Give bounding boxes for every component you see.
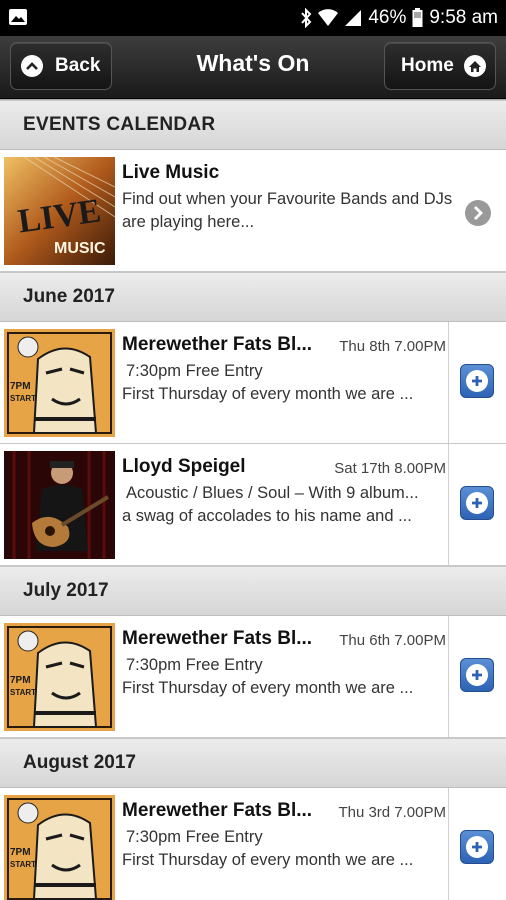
home-label: Home [401, 55, 454, 76]
event-subtitle: 7:30pm Free Entry [126, 828, 263, 846]
svg-text:START: START [10, 688, 36, 697]
event-thumbnail [4, 451, 115, 559]
add-to-calendar-button[interactable] [460, 486, 494, 520]
event-date: Thu 6th 7.00PM [339, 632, 446, 649]
event-item[interactable]: 7PM START Merewether Fats Bl... Thu 8th … [0, 322, 506, 444]
event-thumbnail: 7PM START [4, 623, 115, 731]
month-header: July 2017 [0, 566, 506, 616]
add-cell [448, 444, 506, 565]
event-thumbnail: 7PM START [4, 329, 115, 437]
event-description: a swag of accolades to his name and ... [122, 507, 412, 525]
image-icon [8, 8, 28, 31]
live-music-item[interactable]: LIVE MUSIC Live Music Find out when your… [0, 150, 506, 272]
home-icon [464, 55, 486, 77]
event-title: Merewether Fats Bl... [122, 334, 313, 355]
add-to-calendar-button[interactable] [460, 658, 494, 692]
event-date: Thu 3rd 7.00PM [338, 804, 446, 821]
event-list[interactable]: EVENTS CALENDAR LIVE MUSIC Live Music Fi… [0, 99, 506, 900]
svg-text:MUSIC: MUSIC [54, 240, 106, 257]
clock: 9:58 am [429, 7, 498, 28]
event-title: Merewether Fats Bl... [122, 628, 313, 649]
event-description: First Thursday of every month we are ... [122, 679, 414, 697]
wifi-icon [318, 9, 339, 27]
event-description: First Thursday of every month we are ... [122, 851, 414, 869]
app-header: Back What's On Home [0, 36, 506, 99]
svg-text:7PM: 7PM [10, 847, 31, 858]
plus-icon [466, 836, 488, 858]
add-to-calendar-button[interactable] [460, 830, 494, 864]
event-subtitle: 7:30pm Free Entry [126, 656, 263, 674]
month-header: June 2017 [0, 272, 506, 322]
svg-text:7PM: 7PM [10, 381, 31, 392]
event-description: First Thursday of every month we are ... [122, 385, 414, 403]
event-item[interactable]: 7PM START Merewether Fats Bl... Thu 3rd … [0, 788, 506, 900]
live-music-thumbnail: LIVE MUSIC [4, 157, 115, 265]
add-cell [448, 788, 506, 900]
add-cell [448, 616, 506, 737]
month-header: August 2017 [0, 738, 506, 788]
signal-icon [344, 9, 362, 27]
plus-icon [466, 664, 488, 686]
status-bar: 46% 9:58 am [0, 0, 506, 36]
event-thumbnail: 7PM START [4, 795, 115, 900]
battery-percent: 46% [368, 7, 407, 28]
event-date: Sat 17th 8.00PM [334, 460, 446, 477]
event-item[interactable]: Lloyd Speigel Sat 17th 8.00PM Acoustic /… [0, 444, 506, 566]
home-button[interactable]: Home [384, 42, 496, 90]
event-subtitle: 7:30pm Free Entry [126, 362, 263, 380]
item-description: Find out when your Favourite Bands and D… [122, 190, 453, 231]
add-to-calendar-button[interactable] [460, 364, 494, 398]
event-subtitle: Acoustic / Blues / Soul – With 9 album..… [126, 484, 419, 502]
section-header-events-calendar: EVENTS CALENDAR [0, 100, 506, 150]
svg-text:7PM: 7PM [10, 675, 31, 686]
item-title: Live Music [122, 162, 220, 183]
event-title: Merewether Fats Bl... [122, 800, 313, 821]
svg-text:START: START [10, 394, 36, 403]
plus-icon [466, 370, 488, 392]
plus-icon [466, 492, 488, 514]
svg-text:START: START [10, 860, 36, 869]
event-title: Lloyd Speigel [122, 456, 246, 477]
battery-icon [412, 8, 423, 28]
add-cell [448, 322, 506, 443]
event-item[interactable]: 7PM START Merewether Fats Bl... Thu 6th … [0, 616, 506, 738]
bluetooth-icon [300, 8, 312, 28]
event-date: Thu 8th 7.00PM [339, 338, 446, 355]
chevron-right-icon[interactable] [465, 200, 491, 226]
